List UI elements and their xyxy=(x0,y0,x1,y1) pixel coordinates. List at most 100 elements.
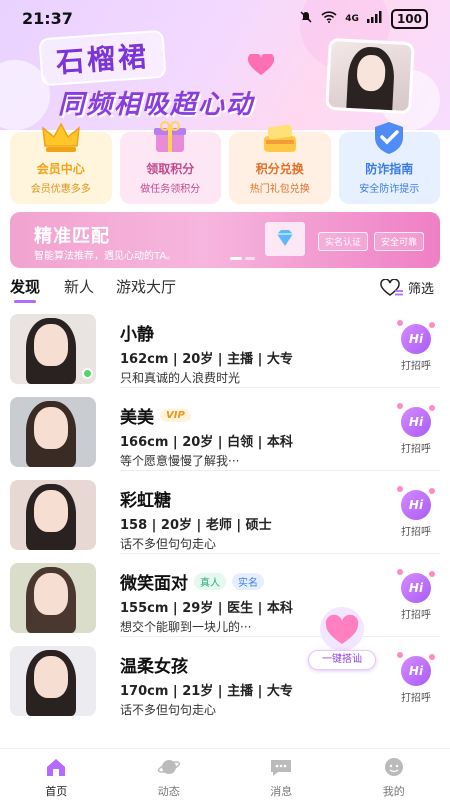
feature-cards: 会员中心 会员优惠多多 领取积分 做任务领积分 积分兑换 热门礼包兑换 防诈指南… xyxy=(10,121,440,204)
quick-chat-label: 一键搭讪 xyxy=(308,650,376,670)
greet-button[interactable]: Hi 打招呼 xyxy=(397,569,435,621)
feature-title: 积分兑换 xyxy=(255,162,304,176)
greet-button[interactable]: Hi 打招呼 xyxy=(397,652,435,704)
divider xyxy=(120,387,440,388)
user-name: 彩虹糖 xyxy=(120,491,171,511)
feature-points-exchange[interactable]: 积分兑换 热门礼包兑换 xyxy=(229,124,331,204)
nav-moments[interactable]: 动态 xyxy=(113,749,226,800)
feature-subtitle: 热门礼包兑换 xyxy=(249,184,310,195)
vip-badge: VIP xyxy=(160,409,191,422)
match-subtitle: 智能算法推荐，遇见心动的TA。 xyxy=(34,251,177,262)
name-line: 温柔女孩 xyxy=(120,652,188,677)
user-bio: 话不多但句句走心 xyxy=(120,537,217,551)
avatar[interactable] xyxy=(10,646,96,716)
user-name: 温柔女孩 xyxy=(120,657,188,677)
bottom-navbar: 首页 动态 消息 我的 xyxy=(0,748,450,800)
greet-button[interactable]: Hi 打招呼 xyxy=(397,403,435,455)
nav-messages[interactable]: 消息 xyxy=(225,749,338,800)
tab-discover[interactable]: 发现 xyxy=(10,276,40,297)
user-row[interactable]: 美美 VIP 166cm | 20岁 | 白领 | 本科 等个愿意慢慢了解我··… xyxy=(10,397,440,471)
user-name: 小静 xyxy=(120,325,154,345)
home-icon xyxy=(47,759,66,776)
wifi-icon xyxy=(321,11,337,27)
quick-chat-button[interactable]: 一键搭讪 xyxy=(308,606,376,672)
feature-subtitle: 安全防诈提示 xyxy=(359,184,420,195)
nav-profile[interactable]: 我的 xyxy=(338,749,450,800)
greet-label: 打招呼 xyxy=(401,527,431,538)
app-title: 石榴裙 xyxy=(38,29,167,87)
nav-label: 动态 xyxy=(157,785,180,798)
online-indicator xyxy=(82,368,93,379)
profile-icon xyxy=(384,758,403,776)
hi-icon: Hi xyxy=(397,403,435,437)
crown-icon xyxy=(41,122,80,152)
avatar[interactable] xyxy=(10,397,96,467)
feature-subtitle: 会员优惠多多 xyxy=(30,184,91,195)
diamond-icon xyxy=(265,222,305,256)
verified-badge: 实名 xyxy=(232,573,264,590)
filter-heart-icon xyxy=(380,278,403,296)
nav-label: 我的 xyxy=(382,785,405,798)
filter-button[interactable]: 筛选 xyxy=(380,278,434,297)
tab-games[interactable]: 游戏大厅 xyxy=(116,276,176,297)
feature-title: 领取积分 xyxy=(146,162,195,176)
hi-icon: Hi xyxy=(397,320,435,354)
feature-member-center[interactable]: 会员中心 会员优惠多多 xyxy=(10,122,112,204)
user-info: 166cm | 20岁 | 白领 | 本科 xyxy=(120,435,293,450)
carousel-dots xyxy=(230,257,255,260)
greet-label: 打招呼 xyxy=(401,361,431,372)
avatar[interactable] xyxy=(10,480,96,550)
user-name: 微笑面对 xyxy=(120,574,188,594)
signal-icon xyxy=(366,11,383,27)
user-bio: 话不多但句句走心 xyxy=(120,703,217,717)
avatar[interactable] xyxy=(10,563,96,633)
battery-indicator: 100 xyxy=(390,9,428,29)
tab-newbies[interactable]: 新人 xyxy=(64,276,94,297)
name-line: 微笑面对 真人 实名 xyxy=(120,569,264,594)
hi-icon: Hi xyxy=(397,652,435,686)
feature-title: 防诈指南 xyxy=(365,162,414,176)
hi-icon: Hi xyxy=(397,569,435,603)
hi-icon: Hi xyxy=(397,486,435,520)
feature-title: 会员中心 xyxy=(36,162,85,176)
user-bio: 等个愿意慢慢了解我··· xyxy=(120,454,240,468)
match-title: 精准匹配 xyxy=(34,226,110,247)
user-name: 美美 xyxy=(120,408,154,428)
precise-match-banner[interactable]: 精准匹配 智能算法推荐，遇见心动的TA。 实名认证 安全可靠 xyxy=(10,212,440,268)
feature-get-points[interactable]: 领取积分 做任务领积分 xyxy=(119,121,221,204)
user-bio: 只和真诚的人浪费时光 xyxy=(120,371,241,385)
banner-photo xyxy=(325,37,415,115)
greet-label: 打招呼 xyxy=(401,693,431,704)
name-line: 美美 VIP xyxy=(120,403,191,428)
filter-label: 筛选 xyxy=(407,282,434,297)
real-person-badge: 真人 xyxy=(194,573,226,590)
greet-label: 打招呼 xyxy=(401,444,431,455)
feature-anti-fraud[interactable]: 防诈指南 安全防诈提示 xyxy=(338,122,440,204)
nav-label: 消息 xyxy=(270,785,293,798)
discover-tabs: 发现 新人 游戏大厅 筛选 xyxy=(10,276,440,303)
tab-indicator xyxy=(14,300,36,303)
shield-icon xyxy=(375,122,404,154)
user-info: 162cm | 20岁 | 主播 | 大专 xyxy=(120,352,293,367)
user-info: 158 | 20岁 | 老师 | 硕士 xyxy=(120,518,272,533)
name-line: 小静 xyxy=(120,320,154,345)
user-info: 170cm | 21岁 | 主播 | 大专 xyxy=(120,684,293,699)
divider xyxy=(120,553,440,554)
nav-home[interactable]: 首页 xyxy=(0,749,113,800)
user-row[interactable]: 小静 162cm | 20岁 | 主播 | 大专 只和真诚的人浪费时光 Hi 打… xyxy=(10,314,440,388)
heart-bubble-icon xyxy=(320,607,364,651)
greet-button[interactable]: Hi 打招呼 xyxy=(397,320,435,372)
name-line: 彩虹糖 xyxy=(120,486,171,511)
greet-button[interactable]: Hi 打招呼 xyxy=(397,486,435,538)
greet-label: 打招呼 xyxy=(401,610,431,621)
status-bar: 21:37 4G 100 xyxy=(0,0,450,36)
message-icon xyxy=(271,760,292,776)
top-banner: 21:37 4G 100 石榴裙 同频相吸超心动 xyxy=(0,0,450,130)
gift-icon xyxy=(154,121,187,152)
feature-subtitle: 做任务领积分 xyxy=(140,184,201,195)
divider xyxy=(120,636,440,637)
heart-icon xyxy=(248,54,274,75)
user-bio: 想交个能聊到一块儿的··· xyxy=(120,620,252,634)
user-row[interactable]: 彩虹糖 158 | 20岁 | 老师 | 硕士 话不多但句句走心 Hi 打招呼 xyxy=(10,480,440,554)
mute-icon xyxy=(299,10,313,28)
